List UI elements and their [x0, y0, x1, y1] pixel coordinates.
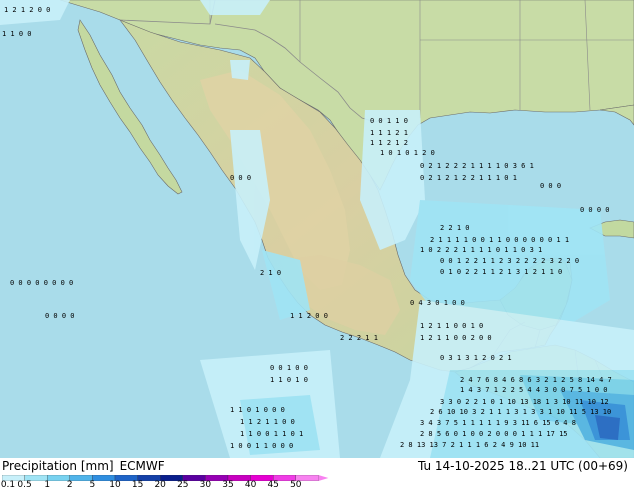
label-pac-7: 1 1 2 0 0: [290, 312, 328, 320]
label-pac-8: 2 2 2 1 1: [340, 334, 378, 342]
colorbar-tick-label: 0.1: [0, 480, 16, 490]
colorbar-tick-label: 45: [267, 480, 279, 490]
label-far-w: 0 0 0 0 0 0 0 0: [10, 279, 73, 287]
title-variable: Precipitation [mm]: [2, 459, 114, 473]
colorbar-tick-label: 30: [199, 480, 212, 490]
label-pac-6: 1 1 0 1 0: [270, 376, 308, 384]
colorbar-tick-label: 10: [109, 480, 121, 490]
colorbar-tick-label: 50: [290, 480, 302, 490]
colorbar-tick-label: 2: [66, 480, 73, 490]
colorbar-tick-label: 25: [177, 480, 189, 490]
label-carib-1: 2 4 7 6 8 4 6 8 6 3 2 1 2 5 8 14 4 7: [460, 376, 612, 384]
colorbar-tick-label: 0.5: [17, 480, 32, 490]
label-ca-3: 3 4 3 7 5 1 1 1 1 1 9 3 11 6 15 6 4 8: [420, 419, 576, 427]
label-gulf-7: 2 1 1 1 1 0 0 1 1 0 0 0 0 0 0 1 1: [430, 236, 569, 244]
label-cuba: 0 0 0 0: [580, 206, 610, 214]
label-gulf-2: 1 1 2 1 2: [370, 139, 408, 147]
label-yuc-2: 1 2 1 1 0 0 1 0: [420, 322, 483, 330]
colorbar-tick-label: 5: [89, 480, 96, 490]
label-yuc-1: 0 4 3 0 1 0 0: [410, 299, 465, 307]
title-model: ECMWF: [119, 459, 165, 473]
label-pac-5: 0 0 1 0 0: [270, 364, 308, 372]
label-pac-3: 1 1 0 0 1 1 0 1: [240, 430, 303, 438]
label-gulf-4: 0 2 1 2 2 2 1 1 1 1 0 3 6 1: [420, 162, 534, 170]
label-gulf-1: 1 1 1 2 1: [370, 129, 408, 137]
label-east: 0 0 0: [540, 182, 561, 190]
precipitation-map[interactable]: 1 2 1 2 0 0 1 1 0 0 0 0 1 1 0 1 1 1 2 1 …: [0, 0, 634, 458]
colorbar-tick-label: 15: [131, 480, 144, 490]
label-gulf-5: 0 2 1 2 1 2 2 1 1 1 0 1: [420, 174, 517, 182]
colorbar-tick-label: 20: [154, 480, 166, 490]
footer: Precipitation [mm] ECMWF Tu 14-10-2025 18…: [0, 458, 634, 490]
colorbar-tick-label: 40: [244, 480, 257, 490]
colorbar-ticks: 0.1 0.5 1 2 5 10 15 20 25 30 35 40 45 50: [0, 480, 340, 490]
label-nw2: 1 1 0 0: [2, 30, 32, 38]
label-carib-2: 1 4 3 7 1 2 2 5 4 4 3 0 0 7 5 1 0 0: [460, 386, 608, 394]
label-ca-5: 2 8 13 13 7 2 1 1 1 6 2 4 9 10 11: [400, 441, 539, 449]
label-w-1: 2 1 0: [260, 269, 281, 277]
label-yuc-4: 0 3 1 3 1 2 0 2 1: [440, 354, 512, 362]
label-ca-2: 2 6 10 10 3 2 1 1 1 3 1 3 3 1 10 11 5 13…: [430, 408, 611, 416]
valid-time: Tu 14-10-2025 18..21 UTC (00+69): [417, 459, 628, 473]
label-w-2: 0 0 0: [230, 174, 251, 182]
label-yuc-3: 1 2 1 1 0 0 2 0 0: [420, 334, 492, 342]
label-far-w2: 0 0 0 0: [45, 312, 75, 320]
map-title: Precipitation [mm] ECMWF: [2, 459, 171, 473]
label-gulf-10: 0 1 0 2 2 1 1 2 1 3 1 2 1 1 0: [440, 268, 562, 276]
colorbar-tick-label: 35: [222, 480, 234, 490]
label-ca-1: 3 3 0 2 2 1 0 1 10 13 18 1 3 10 11 10 12: [440, 398, 609, 406]
colorbar-tick-label: 1: [44, 480, 51, 490]
label-gulf-6: 2 2 1 0: [440, 224, 470, 232]
label-pac-4: 1 0 0 1 1 0 0 0: [230, 442, 293, 450]
label-pac-1: 1 1 0 1 0 0 0: [230, 406, 285, 414]
label-gulf-9: 0 0 1 2 2 1 1 2 3 2 2 2 2 3 2 2 0: [440, 257, 579, 265]
label-ca-4: 2 8 5 6 0 1 0 0 2 0 0 0 1 1 1 17 15: [420, 430, 568, 438]
label-gulf-8: 1 0 2 2 2 1 1 1 1 0 1 1 0 3 1: [420, 246, 542, 254]
map-svg: 1 2 1 2 0 0 1 1 0 0 0 0 1 1 0 1 1 1 2 1 …: [0, 0, 634, 458]
label-gulf-north: 0 0 1 1 0: [370, 117, 408, 125]
label-gulf-3: 1 0 1 0 1 2 0: [380, 149, 435, 157]
label-nw: 1 2 1 2 0 0: [4, 6, 50, 14]
label-pac-2: 1 1 2 1 1 0 0: [240, 418, 295, 426]
